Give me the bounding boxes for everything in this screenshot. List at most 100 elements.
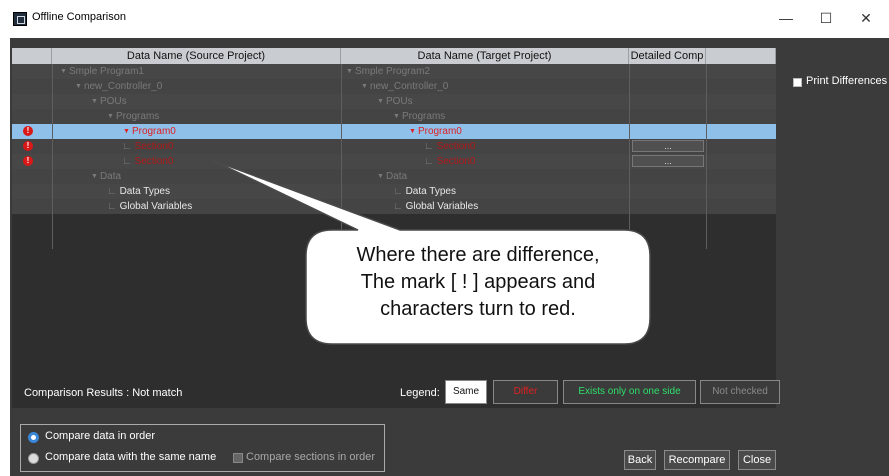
legend-differ: Differ <box>493 380 558 404</box>
item-label: Section0 <box>134 156 174 167</box>
item-label: Section0 <box>436 141 476 152</box>
item-label: Smple Program1 <box>68 66 144 77</box>
difference-mark-icon: ! <box>23 126 33 136</box>
expand-triangle-icon[interactable]: ▼ <box>107 113 114 120</box>
item-label: POUs <box>99 96 127 107</box>
compare-options-group: Compare data in order Compare data with … <box>20 424 385 472</box>
expand-triangle-icon[interactable]: ▼ <box>409 128 416 135</box>
expand-triangle-icon[interactable]: ▼ <box>75 83 82 90</box>
tree-branch-icon: ∟ <box>122 156 135 167</box>
expand-triangle-icon[interactable]: ▼ <box>393 113 400 120</box>
tree-row[interactable]: ∟ Global Variables ∟ Global Variables <box>12 199 776 214</box>
source-item: ∟ Global Variables <box>107 199 192 214</box>
difference-mark-icon: ! <box>23 141 33 151</box>
detailed-comparison-button[interactable]: ... <box>632 155 704 167</box>
target-item: ∟ Data Types <box>393 184 456 199</box>
tree-row[interactable]: ▼ Data ▼ Data <box>12 169 776 184</box>
expand-triangle-icon[interactable]: ▼ <box>91 173 98 180</box>
source-item: ∟ Section0 <box>122 154 174 169</box>
legend-not-checked: Not checked <box>700 380 780 404</box>
back-button[interactable]: Back <box>624 450 656 470</box>
item-label: Program0 <box>131 126 176 137</box>
compare-sections-checkbox[interactable] <box>233 453 243 463</box>
target-item: ∟ Section0 <box>424 139 476 154</box>
expand-triangle-icon[interactable]: ▼ <box>361 83 368 90</box>
target-item: ▼ Smple Program2 <box>346 64 430 79</box>
item-label: Section0 <box>134 141 174 152</box>
item-label: Global Variables <box>119 201 193 212</box>
minimize-button[interactable]: — <box>772 8 800 28</box>
tree-branch-icon: ∟ <box>107 186 120 197</box>
target-item: ▼ Data <box>377 169 407 184</box>
legend-label: Legend: <box>400 387 440 399</box>
compare-sections-label: Compare sections in order <box>246 451 376 463</box>
expand-triangle-icon[interactable]: ▼ <box>346 68 353 75</box>
tree-branch-icon: ∟ <box>424 156 437 167</box>
target-item: ▼ POUs <box>377 94 413 109</box>
recompare-button[interactable]: Recompare <box>664 450 730 470</box>
window-title: Offline Comparison <box>32 11 126 23</box>
item-label: Section0 <box>436 156 476 167</box>
item-label: Program0 <box>417 126 462 137</box>
source-item: ▼ Smple Program1 <box>60 64 144 79</box>
tree-row[interactable]: ∟ Section0 ∟ Section0!... <box>12 139 776 154</box>
tree-branch-icon: ∟ <box>424 141 437 152</box>
item-label: Data <box>385 171 408 182</box>
callout-line-3: characters turn to red. <box>380 298 576 320</box>
item-label: Data <box>99 171 122 182</box>
target-item: ∟ Global Variables <box>393 199 478 214</box>
grid-header-detailed-comparison[interactable]: Detailed Comp <box>629 48 706 64</box>
expand-triangle-icon[interactable]: ▼ <box>60 68 67 75</box>
grid-header-mark <box>12 48 52 64</box>
compare-same-name-radio[interactable] <box>28 453 39 464</box>
callout-text: Where there are difference, The mark [ !… <box>306 242 650 323</box>
title-bar: Offline Comparison — ☐ ✕ <box>0 0 889 38</box>
tree-row[interactable]: ▼ new_Controller_0 ▼ new_Controller_0 <box>12 79 776 94</box>
target-item: ▼ Program0 <box>409 124 462 139</box>
tree-row[interactable]: ▼ POUs ▼ POUs <box>12 94 776 109</box>
item-label: Smple Program2 <box>354 66 430 77</box>
legend-exists-one-side: Exists only on one side <box>563 380 696 404</box>
app-icon <box>13 12 27 26</box>
grid-header-target[interactable]: Data Name (Target Project) <box>341 48 629 64</box>
tree-row[interactable]: ▼ Programs ▼ Programs <box>12 109 776 124</box>
tree-row[interactable]: ▼ Smple Program1 ▼ Smple Program2 <box>12 64 776 79</box>
item-label: Global Variables <box>405 201 479 212</box>
tree-row[interactable]: ▼ Program0 ▼ Program0! <box>12 124 776 139</box>
item-label: Programs <box>401 111 446 122</box>
close-window-button[interactable]: ✕ <box>852 8 880 28</box>
source-item: ▼ Programs <box>107 109 159 124</box>
grid-header-source[interactable]: Data Name (Source Project) <box>52 48 341 64</box>
print-differences-label: Print Differences <box>806 75 888 87</box>
item-label: Programs <box>115 111 160 122</box>
item-label: new_Controller_0 <box>369 81 449 92</box>
compare-in-order-label: Compare data in order <box>45 430 156 442</box>
tree-row[interactable]: ∟ Section0 ∟ Section0!... <box>12 154 776 169</box>
print-differences-checkbox[interactable] <box>793 78 802 87</box>
tree-branch-icon: ∟ <box>393 186 406 197</box>
expand-triangle-icon[interactable]: ▼ <box>91 98 98 105</box>
expand-triangle-icon[interactable]: ▼ <box>377 173 384 180</box>
compare-same-name-label: Compare data with the same name <box>45 451 217 463</box>
compare-in-order-radio[interactable] <box>28 432 39 443</box>
target-item: ▼ new_Controller_0 <box>361 79 448 94</box>
comparison-results: Comparison Results : Not match <box>24 387 183 399</box>
target-item: ∟ Section0 <box>424 154 476 169</box>
target-item: ▼ Programs <box>393 109 445 124</box>
tree-branch-icon: ∟ <box>393 201 406 212</box>
expand-triangle-icon[interactable]: ▼ <box>377 98 384 105</box>
source-item: ▼ Program0 <box>123 124 176 139</box>
item-label: new_Controller_0 <box>83 81 163 92</box>
callout-line-1: Where there are difference, <box>356 244 600 266</box>
close-button[interactable]: Close <box>738 450 776 470</box>
detailed-comparison-button[interactable]: ... <box>632 140 704 152</box>
item-label: Data Types <box>405 186 456 197</box>
tree-row[interactable]: ∟ Data Types ∟ Data Types <box>12 184 776 199</box>
source-item: ∟ Section0 <box>122 139 174 154</box>
grid-header-blank <box>706 48 776 64</box>
source-item: ▼ Data <box>91 169 121 184</box>
expand-triangle-icon[interactable]: ▼ <box>123 128 130 135</box>
source-item: ∟ Data Types <box>107 184 170 199</box>
tree-branch-icon: ∟ <box>122 141 135 152</box>
maximize-button[interactable]: ☐ <box>812 8 840 28</box>
